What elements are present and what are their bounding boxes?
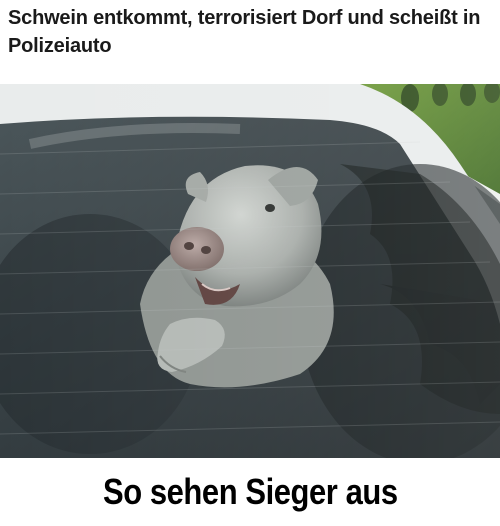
- caption-bar: So sehen Sieger aus: [0, 458, 500, 526]
- headline: Schwein entkommt, terrorisiert Dorf und …: [8, 7, 481, 57]
- meme-photo: [0, 84, 500, 458]
- caption-text: So sehen Sieger aus: [102, 471, 398, 512]
